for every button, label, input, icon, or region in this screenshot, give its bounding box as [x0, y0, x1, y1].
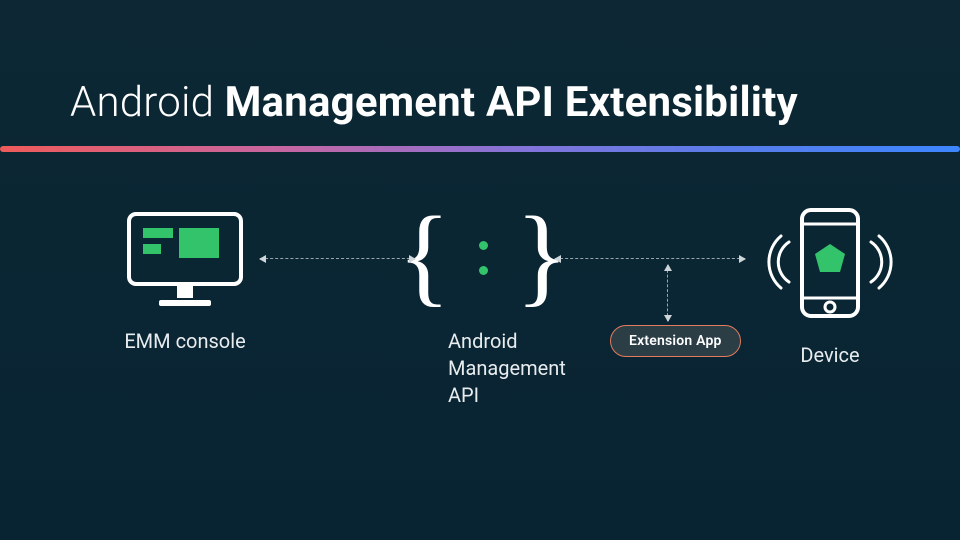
title-bold: Management API Extensibility: [225, 78, 798, 127]
title-light: Android: [70, 78, 225, 127]
monitor-icon: [125, 210, 245, 310]
brace-left-icon: {: [398, 200, 451, 310]
node-device: Device: [755, 204, 905, 369]
phone-icon: [755, 204, 905, 324]
connector-api-to-device: [555, 258, 745, 259]
node-label: Android Management API: [418, 328, 548, 409]
slide: Android Management API Extensibility EMM…: [0, 0, 960, 540]
node-emm-console: EMM console: [105, 210, 265, 355]
node-label: EMM console: [105, 328, 265, 355]
node-label: Device: [755, 342, 905, 369]
braces-icon: { }: [418, 200, 548, 310]
slide-title: Android Management API Extensibility: [70, 78, 798, 127]
node-android-management-api: { } Android Management API: [418, 200, 548, 409]
pill-label: Extension App: [629, 333, 722, 349]
brace-dots-icon: [479, 235, 488, 275]
extension-app-pill: Extension App: [610, 325, 741, 357]
connector-emm-to-api: [260, 258, 415, 259]
connector-to-extension-app: [667, 265, 668, 321]
gradient-divider: [0, 146, 960, 152]
